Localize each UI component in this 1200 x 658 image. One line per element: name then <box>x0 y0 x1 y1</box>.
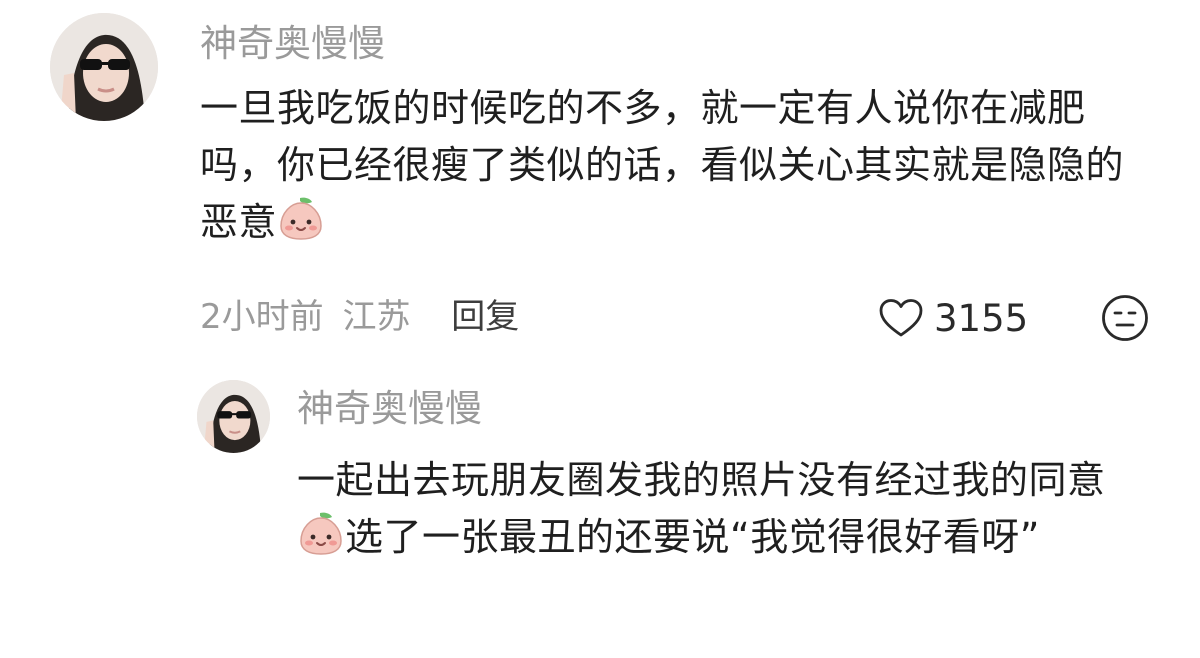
comment-2-reply: 神奇奥慢慢 一起出去玩朋友圈发我的照片没有经过我的同意 选了一张最丑的还要说“我… <box>0 350 1200 658</box>
comment-text: 一起出去玩朋友圈发我的照片没有经过我的同意 选了一张最丑的还要说“我觉得很好看呀… <box>297 452 1147 572</box>
username[interactable]: 神奇奥慢慢 <box>297 390 482 427</box>
comment-text-tail: 选了一张最丑的还要说“我觉得很好看呀” <box>345 515 1040 559</box>
comment-text-main: 一起出去玩朋友圈发我的照片没有经过我的同意 <box>297 458 1106 502</box>
like-button[interactable]: 3155 <box>878 298 1028 338</box>
comment-meta: 2小时前 江苏 回复 <box>200 300 519 334</box>
reply-button[interactable]: 回复 <box>451 297 519 337</box>
peach-face-emoji-icon <box>298 510 344 572</box>
location: 江苏 <box>342 297 411 337</box>
like-count: 3155 <box>934 296 1029 340</box>
comment-1: 神奇奥慢慢 一旦我吃饭的时候吃的不多，就一定有人说你在减肥吗，你已经很瘦了类似的… <box>0 0 1200 350</box>
peach-face-emoji-icon <box>278 195 324 257</box>
username[interactable]: 神奇奥慢慢 <box>200 25 385 62</box>
avatar[interactable] <box>50 13 158 121</box>
avatar[interactable] <box>197 380 270 453</box>
comment-text: 一旦我吃饭的时候吃的不多，就一定有人说你在减肥吗，你已经很瘦了类似的话，看似关心… <box>200 80 1150 257</box>
neutral-face-icon[interactable] <box>1100 293 1150 347</box>
timestamp: 2小时前 <box>200 297 324 337</box>
comment-text-main: 一旦我吃饭的时候吃的不多，就一定有人说你在减肥吗，你已经很瘦了类似的话，看似关心… <box>200 86 1125 244</box>
heart-outline-icon <box>879 299 923 337</box>
